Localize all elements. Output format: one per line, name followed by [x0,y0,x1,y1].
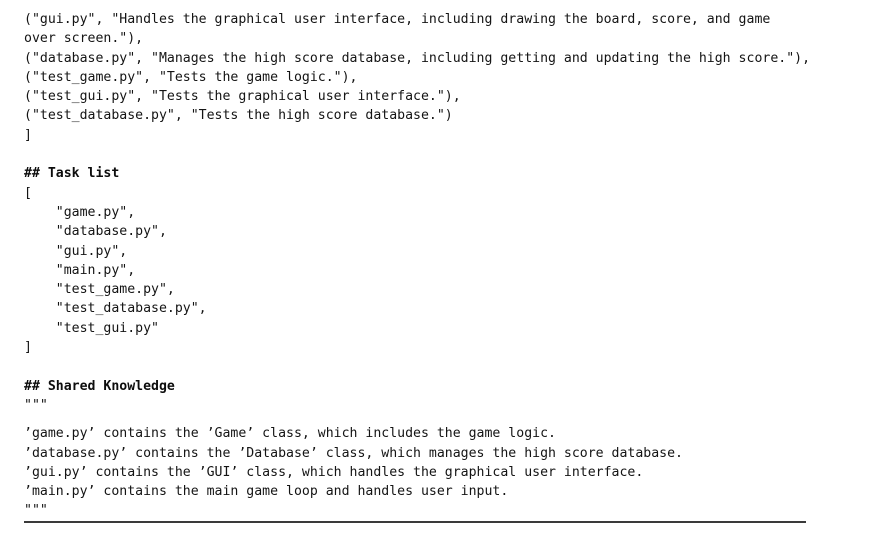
shared-knowledge-fence-close: """ [24,503,48,519]
shared-knowledge-heading: ## Shared Knowledge [24,378,175,394]
task-list-heading: ## Task list [24,166,120,182]
section-gap-2 [24,357,895,376]
task-list-block: [ "game.py", "database.py", "gui.py", "m… [24,185,207,356]
file-spec-block: ("gui.py", "Handles the graphical user i… [24,12,811,143]
shared-knowledge-gap [24,415,895,424]
document-page: ("gui.py", "Handles the graphical user i… [0,0,895,542]
document-body: ("gui.py", "Handles the graphical user i… [24,10,895,521]
shared-knowledge-body: ’game.py’ contains the ’Game’ class, whi… [24,426,683,500]
horizontal-rule [24,521,806,524]
horizontal-rule-line [24,521,806,523]
section-gap-1 [24,145,895,164]
shared-knowledge-fence-open: """ [24,397,48,413]
